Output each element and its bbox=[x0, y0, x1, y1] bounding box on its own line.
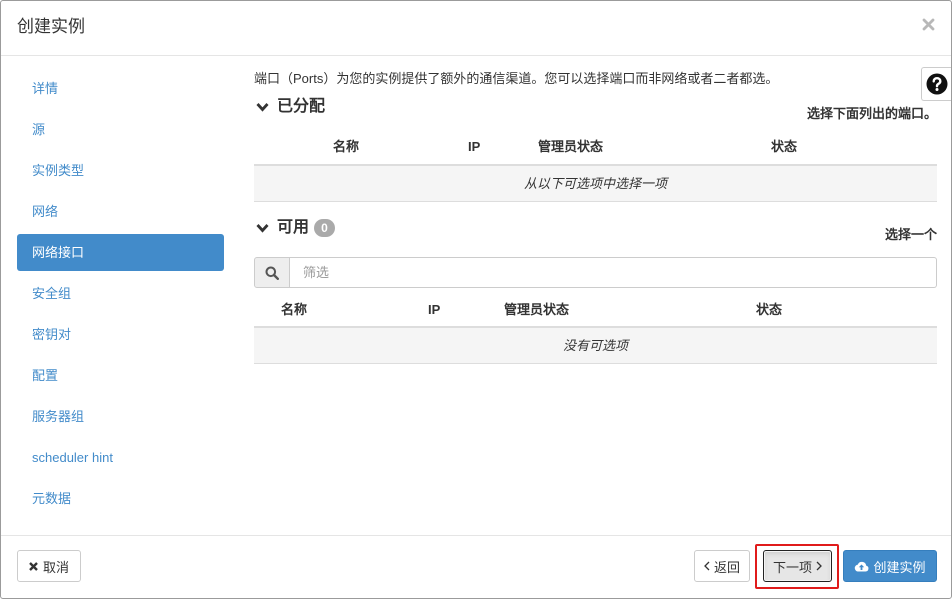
ports-help-text: 端口（Ports）为您的实例提供了额外的通信渠道。您可以选择端口而非网络或者二者… bbox=[254, 71, 779, 86]
create-instance-button-label: 创建实例 bbox=[873, 559, 926, 575]
column-header-name[interactable]: 名称 bbox=[281, 294, 307, 326]
chevron-down-icon bbox=[256, 224, 269, 233]
nav-item-details[interactable]: 详情 bbox=[17, 70, 224, 107]
footer-divider bbox=[0, 535, 952, 536]
available-empty-row: 没有可选项 bbox=[254, 328, 937, 364]
allocated-section-toggle[interactable]: 已分配 bbox=[254, 96, 325, 118]
column-header-ip: IP bbox=[468, 139, 481, 154]
column-header-admin-state[interactable]: 管理员状态 bbox=[504, 294, 569, 326]
allocated-ports-table: 名称 IP 管理员状态 状态 从以下可选项中选择一项 bbox=[254, 130, 937, 202]
available-section-toggle[interactable]: 可用 0 bbox=[254, 217, 336, 239]
filter-addon bbox=[254, 257, 290, 288]
allocated-hint: 选择下面列出的端口。 bbox=[806, 106, 937, 121]
nav-item-networks[interactable]: 网络 bbox=[17, 193, 224, 230]
available-table-header: 名称 IP 管理员状态 状态 bbox=[254, 294, 937, 328]
allocated-table-header: 名称 IP 管理员状态 状态 bbox=[254, 130, 937, 166]
nav-item-source[interactable]: 源 bbox=[17, 111, 224, 148]
create-instance-button[interactable]: 创建实例 bbox=[843, 550, 937, 582]
filter-search-group bbox=[254, 257, 937, 288]
chevron-left-icon bbox=[704, 561, 710, 571]
cloud-upload-icon bbox=[855, 561, 869, 572]
search-icon bbox=[265, 266, 279, 280]
nav-item-key-pair[interactable]: 密钥对 bbox=[17, 316, 224, 353]
allocated-section-title: 已分配 bbox=[277, 98, 326, 115]
nav-item-scheduler-hint[interactable]: scheduler hint bbox=[17, 439, 224, 476]
nav-item-flavor[interactable]: 实例类型 bbox=[17, 152, 224, 189]
close-button[interactable] bbox=[921, 17, 936, 32]
nav-item-network-ports[interactable]: 网络接口 bbox=[17, 234, 224, 271]
next-button-label: 下一项 bbox=[772, 559, 812, 575]
help-button[interactable] bbox=[921, 67, 952, 101]
chevron-down-icon bbox=[256, 103, 269, 112]
allocated-empty-row: 从以下可选项中选择一项 bbox=[254, 166, 937, 202]
nav-item-configuration[interactable]: 配置 bbox=[17, 357, 224, 394]
column-header-status[interactable]: 状态 bbox=[756, 294, 782, 326]
chevron-right-icon bbox=[816, 561, 822, 571]
question-circle-icon bbox=[926, 73, 948, 95]
times-icon bbox=[29, 561, 38, 571]
cancel-button[interactable]: 取消 bbox=[17, 550, 81, 582]
column-header-ip[interactable]: IP bbox=[428, 294, 440, 326]
close-icon bbox=[922, 18, 935, 31]
dialog-title: 创建实例 bbox=[17, 17, 85, 36]
cancel-button-label: 取消 bbox=[42, 559, 69, 575]
column-header-status: 状态 bbox=[771, 139, 798, 154]
next-button[interactable]: 下一项 bbox=[763, 550, 832, 582]
nav-item-metadata[interactable]: 元数据 bbox=[17, 480, 224, 517]
column-header-name: 名称 bbox=[333, 139, 360, 154]
available-hint: 选择一个 bbox=[884, 227, 937, 242]
column-header-admin-state: 管理员状态 bbox=[538, 139, 604, 154]
available-count-badge: 0 bbox=[314, 219, 336, 237]
filter-input[interactable] bbox=[290, 257, 937, 288]
create-instance-dialog: 创建实例 详情 源 实例类型 网络 网络接口 安全组 密钥对 配置 服务器组 s… bbox=[0, 0, 952, 599]
available-ports-table: 名称 IP 管理员状态 状态 没有可选项 bbox=[254, 294, 937, 364]
wizard-step-nav: 详情 源 实例类型 网络 网络接口 安全组 密钥对 配置 服务器组 schedu… bbox=[17, 70, 224, 521]
back-button-label: 返回 bbox=[713, 559, 740, 575]
nav-item-security-groups[interactable]: 安全组 bbox=[17, 275, 224, 312]
back-button[interactable]: 返回 bbox=[694, 550, 750, 582]
nav-item-server-groups[interactable]: 服务器组 bbox=[17, 398, 224, 435]
available-section-title: 可用 bbox=[277, 219, 310, 236]
header-divider bbox=[0, 55, 952, 56]
